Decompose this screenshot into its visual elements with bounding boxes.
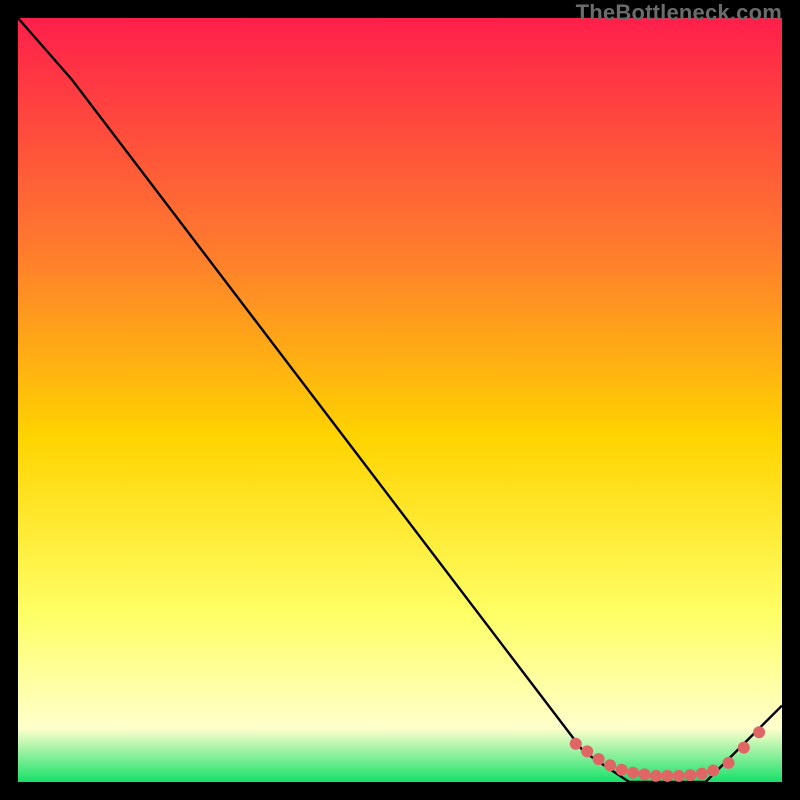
highlight-dot (684, 769, 696, 781)
chart-stage: TheBottleneck.com (0, 0, 800, 800)
gradient-background (18, 18, 782, 782)
highlight-dot (593, 753, 605, 765)
watermark-text: TheBottleneck.com (576, 0, 782, 26)
highlight-dot (627, 767, 639, 779)
highlight-dot (570, 738, 582, 750)
highlight-dot (673, 770, 685, 782)
highlight-dot (616, 764, 628, 776)
highlight-dot (581, 745, 593, 757)
highlight-dot (696, 768, 708, 780)
plot-svg (18, 18, 782, 782)
highlight-dot (753, 726, 765, 738)
highlight-dot (707, 765, 719, 777)
highlight-dot (723, 757, 735, 769)
highlight-dot (639, 768, 651, 780)
highlight-dot (604, 759, 616, 771)
highlight-dot (650, 770, 662, 782)
highlight-dot (661, 770, 673, 782)
plot-area (18, 18, 782, 782)
highlight-dot (738, 742, 750, 754)
